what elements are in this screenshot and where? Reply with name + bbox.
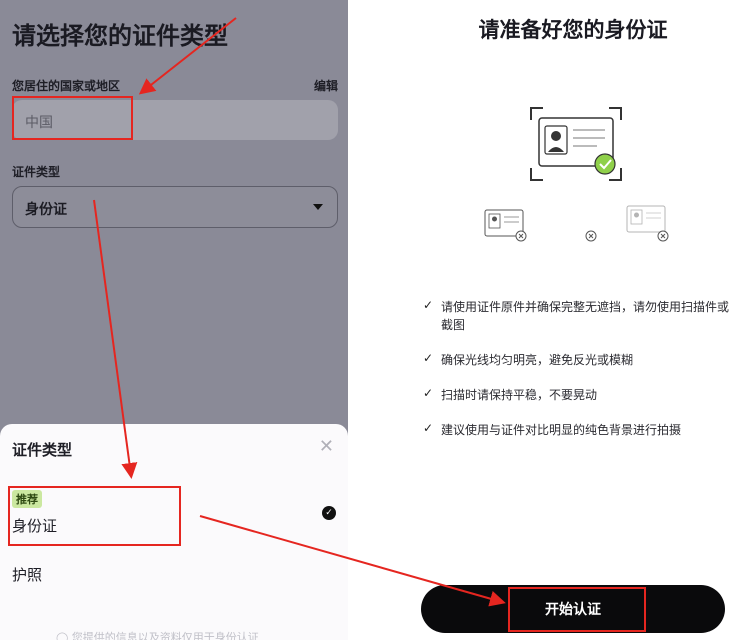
sheet-title: 证件类型 (12, 441, 73, 459)
checklist-item: ✓ 请使用证件原件并确保完整无遮挡，请勿使用扫描件或截图 (423, 298, 729, 334)
doc-type-value: 身份证 (25, 202, 67, 218)
green-check-icon (594, 153, 616, 175)
checklist-item: ✓ 确保光线均匀明亮，避免反光或模糊 (423, 351, 729, 369)
option-id-card-label: 身份证 (12, 517, 58, 535)
country-value: 中国 (25, 115, 53, 131)
page-title: 请选择您的证件类型 (12, 22, 228, 50)
check-mark-icon: ✓ (423, 386, 434, 400)
faded-id-card-icon (626, 205, 666, 233)
check-mark-icon: ✓ (423, 421, 434, 435)
requirements-checklist: ✓ 请使用证件原件并确保完整无遮挡，请勿使用扫描件或截图 ✓ 确保光线均匀明亮，… (423, 298, 729, 456)
document-type-screen: 请选择您的证件类型 您居住的国家或地区 编辑 中国 证件类型 身份证 证件类型 … (0, 0, 348, 640)
id-card-illustration (484, 107, 669, 242)
small-id-card-icon (484, 209, 527, 242)
country-label: 您居住的国家或地区 (12, 79, 121, 93)
checklist-text: 扫描时请保持平稳，不要晃动 (441, 388, 598, 402)
edit-link[interactable]: 编辑 (314, 77, 338, 94)
close-icon[interactable]: ✕ (319, 436, 334, 457)
option-passport[interactable]: 护照 (12, 564, 42, 585)
checklist-text: 建议使用与证件对比明显的纯色背景进行拍摄 (441, 423, 682, 437)
recommended-badge: 推荐 (12, 490, 42, 508)
page-title-right: 请准备好您的身份证 (478, 18, 668, 42)
x-circle-icon-2 (657, 230, 669, 242)
prepare-id-screen: 请准备好您的身份证 ✓ 请使用证件原件并确保完整无遮挡，请勿使用扫描件或截图 ✓… (411, 0, 735, 640)
doc-type-sheet: 证件类型 ✕ 推荐 身份证 ✓ 护照 ◯ 您提供的信息以及资料仅用于身份认证 (0, 424, 348, 640)
x-circle-icon (585, 230, 597, 242)
checklist-item: ✓ 建议使用与证件对比明显的纯色背景进行拍摄 (423, 421, 729, 439)
checklist-text: 确保光线均匀明亮，避免反光或模糊 (441, 353, 634, 367)
start-verification-button[interactable]: 开始认证 (421, 585, 725, 633)
check-mark-icon: ✓ (423, 351, 434, 365)
checklist-item: ✓ 扫描时请保持平稳，不要晃动 (423, 386, 729, 404)
doc-type-select[interactable]: 身份证 (12, 186, 338, 228)
caret-down-icon (313, 204, 323, 210)
country-field[interactable]: 中国 (12, 100, 338, 140)
checklist-text: 请使用证件原件并确保完整无遮挡，请勿使用扫描件或截图 (441, 300, 730, 332)
privacy-footnote: ◯ 您提供的信息以及资料仅用于身份认证 (56, 631, 259, 640)
doc-type-label: 证件类型 (12, 165, 61, 179)
option-id-card[interactable]: 推荐 身份证 ✓ (8, 486, 340, 546)
check-icon: ✓ (322, 506, 336, 520)
check-mark-icon: ✓ (423, 298, 434, 312)
screenshot-stage: 请选择您的证件类型 您居住的国家或地区 编辑 中国 证件类型 身份证 证件类型 … (0, 0, 735, 640)
